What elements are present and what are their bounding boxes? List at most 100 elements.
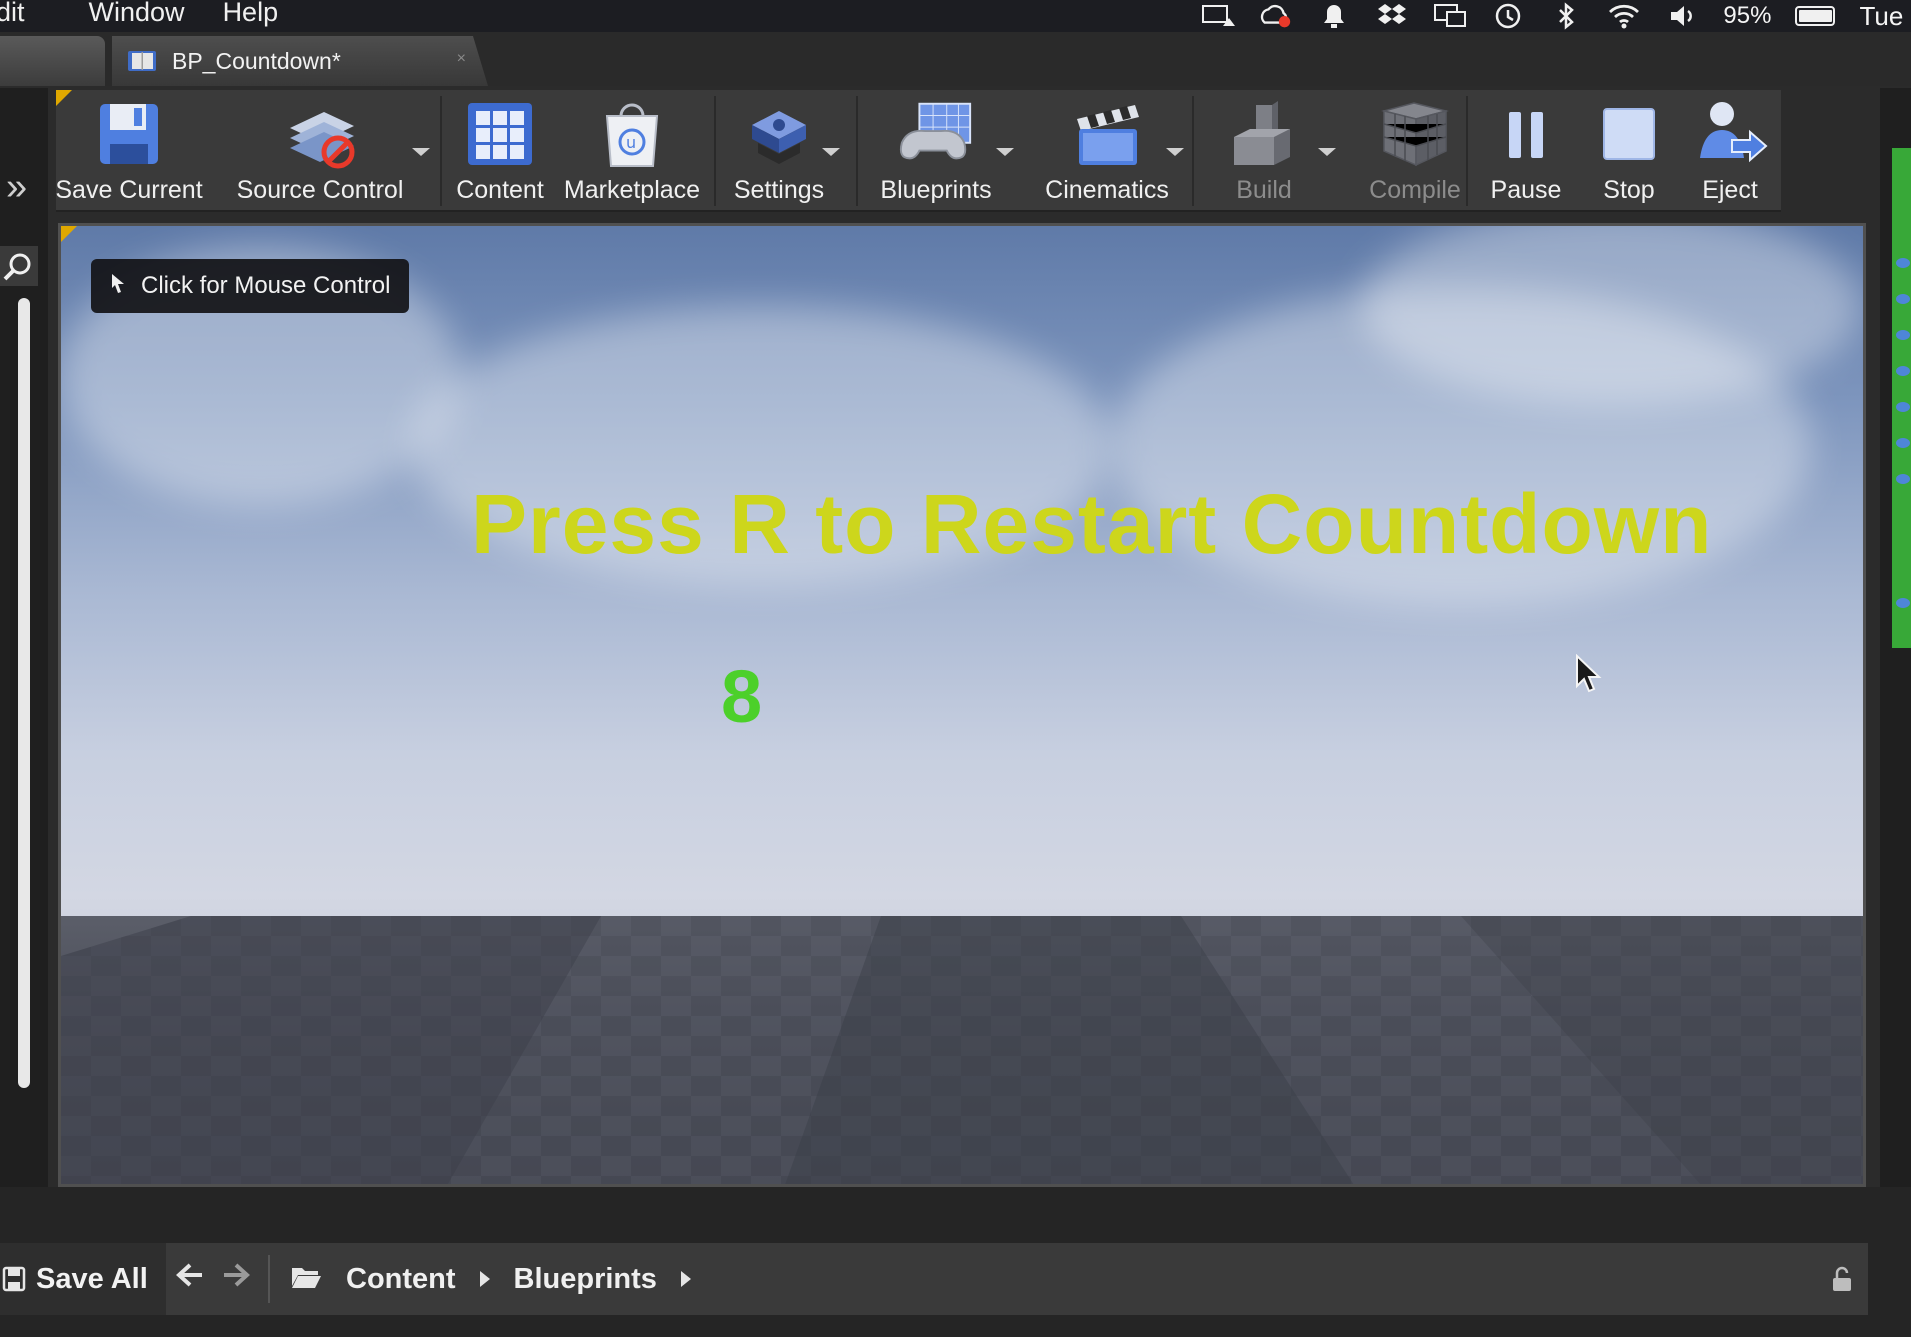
notification-bell-icon[interactable] [1317, 3, 1351, 29]
cinematics-label: Cinematics [1045, 176, 1169, 204]
blueprint-book-icon [128, 51, 156, 71]
build-blocks-icon [1224, 94, 1304, 174]
history-navigation [176, 1243, 250, 1315]
cinematics-button[interactable]: Cinematics [1032, 94, 1182, 206]
stop-label: Stop [1603, 176, 1655, 204]
battery-percentage: 95% [1723, 2, 1772, 29]
marketplace-label: Marketplace [563, 176, 701, 204]
breadcrumb-blueprints[interactable]: Blueprints [514, 1263, 657, 1296]
time-machine-icon[interactable] [1491, 3, 1525, 29]
checkered-floor [61, 916, 1863, 1184]
content-button[interactable]: Content [450, 94, 550, 206]
source-control-button[interactable]: Source Control [236, 94, 404, 206]
pause-label: Pause [1490, 176, 1562, 204]
countdown-number: 8 [721, 655, 763, 738]
mouse-pointer-icon [1575, 653, 1603, 699]
build-button[interactable]: Build [1204, 94, 1324, 206]
visibility-eye-icon[interactable] [1896, 474, 1910, 484]
save-current-button[interactable]: Save Current [55, 94, 203, 206]
visibility-eye-icon[interactable] [1896, 438, 1910, 448]
toolbar-separator [714, 96, 716, 206]
toolbar-separator [268, 1255, 270, 1303]
left-panel-strip: » [0, 88, 48, 1188]
pause-button[interactable]: Pause [1476, 94, 1576, 206]
menu-help[interactable]: Help [223, 0, 279, 28]
settings-label: Settings [733, 176, 825, 204]
mouse-control-hint-label: Click for Mouse Control [141, 272, 391, 299]
breadcrumb-content[interactable]: Content [346, 1263, 456, 1296]
back-arrow-icon[interactable] [176, 1262, 204, 1296]
breadcrumb-separator-icon[interactable] [680, 1271, 691, 1287]
volume-icon[interactable] [1665, 3, 1699, 29]
save-all-button[interactable]: Save All [0, 1243, 166, 1315]
menu-clock[interactable]: Tue 9 [1859, 1, 1911, 32]
blueprint-gamepad-icon [896, 94, 976, 174]
compile-cubes-icon [1375, 94, 1455, 174]
previous-tab[interactable] [0, 36, 105, 86]
eject-label: Eject [1702, 176, 1758, 204]
close-tab-icon[interactable]: × [457, 50, 466, 68]
visibility-eye-icon[interactable] [1896, 294, 1910, 304]
breadcrumb-separator-icon[interactable] [479, 1271, 490, 1287]
editor-tab-strip: BP_Countdown* × [0, 32, 1911, 86]
forward-arrow-icon[interactable] [222, 1262, 250, 1296]
expand-panel-icon[interactable]: » [6, 166, 27, 209]
blueprint-document-tab[interactable]: BP_Countdown* × [112, 36, 488, 86]
save-all-label: Save All [36, 1262, 148, 1295]
visibility-eye-icon[interactable] [1896, 330, 1910, 340]
mouse-control-hint[interactable]: Click for Mouse Control [91, 259, 409, 313]
dropbox-icon[interactable] [1375, 3, 1409, 29]
pause-icon [1486, 94, 1566, 174]
toolbar-separator [440, 96, 442, 206]
blueprints-dropdown-arrow-icon[interactable] [996, 148, 1014, 156]
display-icon[interactable] [1433, 3, 1467, 29]
stop-button[interactable]: Stop [1584, 94, 1674, 206]
level-editor-toolbar: Save Current Source Control Content u Ma… [55, 90, 1781, 212]
breadcrumb: Content Blueprints [290, 1243, 691, 1315]
blueprints-button[interactable]: Blueprints [866, 94, 1006, 206]
left-scrollbar[interactable] [18, 298, 30, 1088]
save-all-disk-icon [2, 1266, 26, 1292]
gear-icon [739, 94, 819, 174]
creative-cloud-icon[interactable] [1259, 3, 1293, 29]
screen-mirroring-icon[interactable] [1201, 3, 1236, 29]
tab-title: BP_Countdown* [172, 47, 341, 74]
lock-icon[interactable] [1828, 1265, 1856, 1298]
battery-icon[interactable] [1795, 6, 1836, 26]
visibility-eye-icon[interactable] [1896, 366, 1910, 376]
svg-text:u: u [626, 133, 636, 152]
source-control-disabled-icon [280, 94, 360, 174]
details-panel-edge [1892, 148, 1911, 648]
cursor-arrow-icon [109, 272, 127, 300]
cinematics-dropdown-arrow-icon[interactable] [1166, 148, 1184, 156]
clapperboard-icon [1067, 94, 1147, 174]
search-icon[interactable] [0, 246, 38, 286]
menu-edit[interactable]: dit [0, 0, 25, 28]
floppy-disk-icon [89, 94, 169, 174]
macos-menu-bar: dit Window Help 95% Tue [0, 0, 1911, 32]
settings-dropdown-arrow-icon[interactable] [822, 148, 840, 156]
toolbar-separator [1192, 96, 1194, 206]
right-panel-strip [1880, 88, 1911, 1188]
marketplace-button[interactable]: u Marketplace [562, 94, 702, 206]
marketplace-bag-icon: u [592, 94, 672, 174]
blueprints-label: Blueprints [880, 176, 992, 204]
menu-window[interactable]: Window [89, 0, 185, 28]
toolbar-separator [1466, 96, 1468, 206]
compile-label: Compile [1369, 176, 1461, 204]
content-grid-icon [460, 94, 540, 174]
play-in-editor-viewport[interactable]: Click for Mouse Control Press R to Resta… [58, 223, 1866, 1187]
visibility-eye-icon[interactable] [1896, 258, 1910, 268]
source-control-label: Source Control [236, 176, 404, 204]
build-dropdown-arrow-icon[interactable] [1318, 148, 1336, 156]
bluetooth-icon[interactable] [1549, 2, 1583, 30]
folder-open-icon[interactable] [290, 1264, 322, 1295]
settings-button[interactable]: Settings [724, 94, 834, 206]
compile-button[interactable]: Compile [1352, 94, 1478, 206]
visibility-eye-icon[interactable] [1896, 402, 1910, 412]
visibility-eye-icon[interactable] [1896, 598, 1910, 608]
wifi-icon[interactable] [1607, 3, 1641, 29]
eject-button[interactable]: Eject [1682, 94, 1778, 206]
toolbar-separator [856, 96, 858, 206]
source-control-dropdown-arrow-icon[interactable] [412, 148, 430, 156]
